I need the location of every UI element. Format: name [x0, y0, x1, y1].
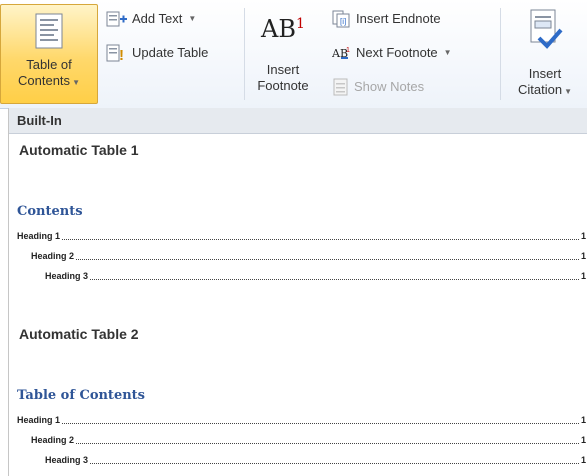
- gallery-item-title: Automatic Table 2: [19, 326, 139, 342]
- table-of-contents-button[interactable]: Table of Contents ▼: [0, 4, 98, 104]
- toc-preview-row: Heading 21: [31, 435, 586, 445]
- show-notes-icon: [333, 78, 348, 96]
- references-ribbon: Table of Contents ▼ Add Text ▼ ! Update T…: [0, 0, 587, 109]
- update-table-label: Update Table: [132, 45, 209, 60]
- chevron-down-icon: ▼: [443, 48, 452, 57]
- ribbon-separator: [244, 8, 245, 100]
- gallery-section-header: Built-In: [9, 108, 587, 134]
- svg-text:!: !: [119, 47, 124, 62]
- svg-text:1: 1: [346, 47, 350, 54]
- toc-preview-row: Heading 31: [45, 455, 586, 465]
- update-table-icon: !: [106, 44, 124, 62]
- chevron-down-icon: ▼: [72, 78, 80, 87]
- gallery-item-automatic-table-2[interactable]: Table of Contents Heading 11 Heading 21 …: [17, 388, 586, 467]
- next-footnote-icon: AB 1: [332, 47, 350, 60]
- add-text-label: Add Text: [132, 11, 183, 26]
- svg-text:[i]: [i]: [340, 17, 346, 26]
- toc-label-line2: Contents ▼: [18, 73, 80, 88]
- show-notes-button[interactable]: Show Notes: [332, 76, 424, 98]
- insert-endnote-label: Insert Endnote: [356, 11, 441, 26]
- chevron-down-icon: ▼: [564, 87, 572, 96]
- next-footnote-button[interactable]: AB 1 Next Footnote ▼: [332, 42, 452, 64]
- insert-footnote-label-line1: Insert: [266, 62, 300, 77]
- toc-preview-row: Heading 31: [45, 271, 586, 281]
- footnote-icon: AB1: [261, 15, 305, 43]
- insert-citation-label-line2: Citation ▼: [518, 82, 572, 97]
- show-notes-label: Show Notes: [354, 79, 425, 94]
- insert-footnote-button[interactable]: AB1 Insert Footnote: [252, 4, 314, 94]
- add-text-icon: [106, 11, 127, 27]
- insert-endnote-button[interactable]: [i] Insert Endnote: [332, 8, 441, 30]
- toc-gallery: Built-In Automatic Table 1 Contents Head…: [8, 108, 587, 476]
- toc-preview-heading: Table of Contents: [17, 388, 145, 403]
- table-of-contents-icon: [35, 13, 63, 49]
- insert-citation-button[interactable]: Insert Citation ▼: [505, 4, 585, 100]
- gallery-item-automatic-table-1[interactable]: Contents Heading 11 Heading 21 Heading 3…: [17, 204, 586, 283]
- toc-preview-row: Heading 11: [17, 415, 586, 425]
- update-table-button[interactable]: ! Update Table: [106, 42, 208, 64]
- toc-preview-row: Heading 11: [17, 231, 586, 241]
- toc-label-line1: Table of: [26, 57, 72, 72]
- toc-preview-heading: Contents: [17, 204, 83, 219]
- gallery-item-title: Automatic Table 1: [19, 142, 139, 158]
- next-footnote-label: Next Footnote: [356, 45, 438, 60]
- insert-footnote-label-line2: Footnote: [257, 78, 309, 93]
- toc-preview-row: Heading 21: [31, 251, 586, 261]
- insert-endnote-icon: [i]: [332, 10, 350, 28]
- insert-citation-label-line1: Insert: [528, 66, 562, 81]
- insert-citation-icon: [530, 9, 563, 49]
- ribbon-separator: [500, 8, 501, 100]
- add-text-button[interactable]: Add Text ▼: [106, 8, 196, 30]
- chevron-down-icon: ▼: [188, 14, 197, 23]
